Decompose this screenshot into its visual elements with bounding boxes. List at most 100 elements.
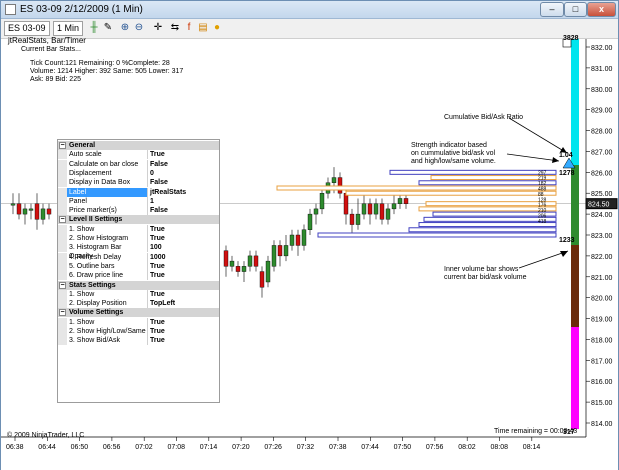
property-value[interactable]: False xyxy=(150,206,168,215)
row-gutter xyxy=(58,168,67,178)
property-row[interactable]: Display in Data Box False xyxy=(58,178,219,188)
bar-spacing-icon[interactable]: ⇆ xyxy=(168,21,182,35)
property-row[interactable]: 6. Draw price line True xyxy=(58,271,219,281)
time-tick-label: 07:50 xyxy=(394,444,412,451)
candle-body xyxy=(46,208,52,215)
property-label: 1. Show xyxy=(67,224,148,234)
price-tick-label: 823.00 xyxy=(591,233,613,240)
interval-selector[interactable]: 1 Min ▾ xyxy=(53,21,83,46)
level2-bar xyxy=(276,185,557,191)
property-value[interactable]: True xyxy=(150,271,165,280)
property-value[interactable]: True xyxy=(150,262,165,271)
candle-body xyxy=(289,234,295,246)
property-row[interactable]: 1. Show True xyxy=(58,289,219,299)
close-button[interactable]: x xyxy=(587,2,616,17)
property-value[interactable]: True xyxy=(150,290,165,299)
property-category[interactable]: − Level II Settings xyxy=(58,215,219,225)
property-value[interactable]: True xyxy=(150,234,165,243)
collapse-icon[interactable]: − xyxy=(59,142,66,149)
row-gutter xyxy=(58,234,67,243)
property-label: 6. Draw price line xyxy=(67,271,148,281)
property-row[interactable]: 2. Show Histogram True xyxy=(58,234,219,243)
indicators-icon[interactable]: f xyxy=(182,21,196,35)
property-value[interactable]: True xyxy=(150,327,165,336)
property-row[interactable]: Panel 1 xyxy=(58,196,219,206)
property-value[interactable]: jtRealStats xyxy=(150,188,186,197)
window-title: ES 03-09 2/12/2009 (1 Min) xyxy=(20,4,143,15)
property-row[interactable]: 2. Display Position TopLeft xyxy=(58,299,219,309)
level2-bar xyxy=(425,201,557,207)
row-gutter xyxy=(58,336,67,346)
property-value[interactable]: 1000 xyxy=(150,253,166,262)
minimize-button[interactable]: – xyxy=(540,2,564,17)
row-gutter xyxy=(58,271,67,281)
indicator-label: jtRealStats, Bar/Timer xyxy=(8,36,86,45)
collapse-icon[interactable]: − xyxy=(59,216,66,224)
candle-body xyxy=(349,213,355,225)
property-label: Price marker(s) xyxy=(67,206,148,216)
row-gutter xyxy=(58,252,67,262)
chart-window: ES 03-09 2/12/2009 (1 Min) – □ x ES 03-0… xyxy=(0,0,619,470)
property-row[interactable]: 3. Show Bid/Ask True xyxy=(58,336,219,346)
property-row[interactable]: 1. Show True xyxy=(58,317,219,327)
zoom-out-icon[interactable]: ⊖ xyxy=(132,21,146,35)
property-row[interactable]: 3. Histogram Bar Opacity 100 xyxy=(58,243,219,260)
arrow-head xyxy=(552,157,559,163)
property-row[interactable]: 1. Show True xyxy=(58,224,219,234)
property-category[interactable]: − Volume Settings xyxy=(58,308,219,318)
candle-body xyxy=(361,203,367,215)
crosshair-icon[interactable]: ✛ xyxy=(151,21,165,35)
property-value[interactable]: 0 xyxy=(150,169,154,178)
property-label: 3. Show Bid/Ask xyxy=(67,336,148,346)
property-value[interactable]: False xyxy=(150,160,168,169)
stats-line-1: Tick Count:121 Remaining: 0 %Complete: 2… xyxy=(30,60,170,67)
price-tick-label: 825.00 xyxy=(591,191,613,198)
property-value[interactable]: True xyxy=(150,336,165,345)
row-gutter xyxy=(58,150,67,160)
collapse-icon[interactable]: − xyxy=(59,309,66,317)
properties-icon[interactable]: ● xyxy=(210,21,224,35)
candle-body xyxy=(373,203,379,215)
property-value[interactable]: TopLeft xyxy=(150,299,175,308)
volume-bar-cyan xyxy=(571,39,579,133)
property-category[interactable]: − General xyxy=(58,141,219,150)
property-value[interactable]: True xyxy=(150,318,165,327)
candle-body xyxy=(40,208,46,220)
maximize-button[interactable]: □ xyxy=(564,2,587,17)
property-row[interactable]: Displacement 0 xyxy=(58,168,219,178)
row-gutter xyxy=(58,243,67,253)
row-gutter xyxy=(58,327,67,336)
property-row[interactable]: Calculate on bar close False xyxy=(58,159,219,169)
property-value[interactable]: 100 xyxy=(150,243,162,252)
level2-bar xyxy=(408,227,557,233)
properties-grid[interactable]: − General Auto scale True Calculate on bar c… xyxy=(57,139,220,403)
toolbar: ES 03-09 ▾ 1 Min ▾ ╫ ✎ ⊕ ⊖ ✛ ⇆ f ▤ ● xyxy=(1,19,618,46)
collapse-icon[interactable]: − xyxy=(59,281,66,289)
property-value[interactable]: False xyxy=(150,178,168,187)
property-value[interactable]: True xyxy=(150,150,165,159)
property-category[interactable]: − Stats Settings xyxy=(58,280,219,290)
property-row[interactable]: Price marker(s) False xyxy=(58,206,219,216)
property-value[interactable]: 1 xyxy=(150,197,154,206)
title-bar[interactable]: ES 03-09 2/12/2009 (1 Min) – □ x xyxy=(1,1,618,19)
property-value[interactable]: True xyxy=(150,225,165,234)
stats-header: Current Bar Stats... xyxy=(21,46,81,53)
annotation-strength-3: and high/low/same volume. xyxy=(411,158,496,165)
property-label: Volume Settings xyxy=(69,309,124,317)
property-label: Label xyxy=(67,187,148,197)
candle-body xyxy=(379,203,385,220)
chart-style-icon[interactable]: ╫ xyxy=(87,21,101,35)
property-row[interactable]: Auto scale True xyxy=(58,150,219,160)
arrow-line xyxy=(508,117,568,154)
instrument-selector[interactable]: ES 03-09 ▾ xyxy=(4,21,50,46)
property-row[interactable]: 5. Outline bars True xyxy=(58,261,219,271)
draw-tool-icon[interactable]: ✎ xyxy=(101,21,115,35)
chart-panel[interactable]: 832.00 831.00 830.00 829.00 828.00 827.00 826.… xyxy=(1,35,618,470)
property-row[interactable]: 2. Show High/Low/Same True xyxy=(58,327,219,336)
zoom-in-icon[interactable]: ⊕ xyxy=(118,21,132,35)
strategies-icon[interactable]: ▤ xyxy=(196,21,210,35)
volume-bar-brown xyxy=(571,245,579,327)
price-tick-label: 815.00 xyxy=(591,400,613,407)
property-row[interactable]: Label jtRealStats xyxy=(58,187,219,197)
property-row[interactable]: 4. Refresh Delay 1000 xyxy=(58,252,219,262)
